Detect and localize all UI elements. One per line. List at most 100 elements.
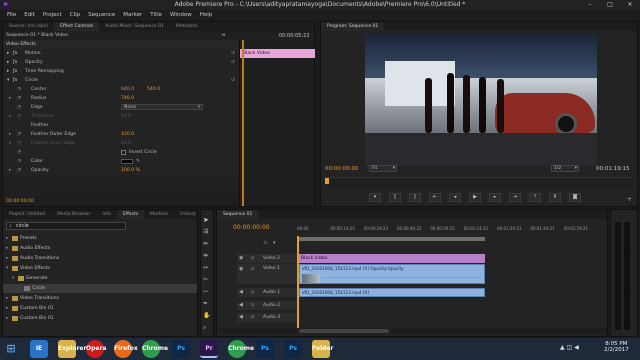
keyframe-area[interactable]: Black Video: [239, 40, 315, 206]
taskbar-app-opera[interactable]: Opera: [86, 340, 106, 358]
tab-source[interactable]: Source: (no clips): [3, 22, 54, 31]
effects-tree-item[interactable]: ▸ Video Transitions: [3, 294, 197, 303]
effects-tree-item[interactable]: ▸ Custom Bin 01: [3, 314, 197, 323]
menu-title[interactable]: Title: [146, 10, 166, 20]
lock-icon[interactable]: ▫: [251, 314, 254, 320]
timeline-timecode[interactable]: 00:00:00:00: [233, 224, 270, 231]
tab-effect-controls[interactable]: Effect Controls: [54, 22, 100, 31]
speaker-icon[interactable]: ◀: [239, 302, 243, 308]
menu-clip[interactable]: Clip: [66, 10, 84, 20]
effects-tree-item[interactable]: ▾ Video Effects: [3, 264, 197, 273]
reset-icon[interactable]: ↺: [231, 58, 235, 67]
program-playhead[interactable]: [325, 178, 329, 184]
radius-value[interactable]: 740.0: [121, 94, 134, 103]
menu-marker[interactable]: Marker: [119, 10, 146, 20]
color-swatch[interactable]: [121, 159, 133, 164]
speaker-icon[interactable]: ◀: [239, 314, 243, 320]
maximize-icon[interactable]: □: [600, 0, 620, 10]
track-header-video1[interactable]: ◉ ▫ Video 1: [237, 264, 297, 284]
menu-sequence[interactable]: Sequence: [84, 10, 119, 20]
taskbar-app-chrome-2[interactable]: Chrome: [228, 340, 254, 358]
effects-tree-item[interactable]: ▸ Presets: [3, 234, 197, 243]
tab-history[interactable]: History: [174, 210, 202, 219]
lock-icon[interactable]: ▫: [251, 266, 254, 272]
tab-effects[interactable]: Effects: [116, 210, 145, 219]
rolling-edit-tool-icon[interactable]: ⇼: [203, 252, 208, 259]
mark-out-icon[interactable]: }: [409, 193, 421, 202]
center-y-value[interactable]: 540.0: [147, 85, 160, 94]
taskbar-app-firefox[interactable]: Firefox: [114, 340, 138, 358]
track-header-video2[interactable]: ◉ ▫ Video 2: [237, 254, 297, 263]
opacity-value[interactable]: 100.0 %: [121, 166, 140, 175]
marker-icon[interactable]: ▾: [273, 240, 276, 246]
expand-icon[interactable]: ▸: [6, 314, 8, 323]
fx-row-time-remapping[interactable]: ▸ ƒx Time Remapping: [3, 67, 239, 76]
stopwatch-icon[interactable]: ◔: [17, 166, 21, 175]
close-icon[interactable]: ✕: [620, 0, 640, 10]
slip-tool-icon[interactable]: ⇿: [203, 288, 208, 295]
effects-tree-item[interactable]: ▸ Custom Bin 01: [3, 304, 197, 313]
taskbar-app-explorer[interactable]: Explorer: [58, 340, 86, 358]
collapse-icon[interactable]: ▾: [7, 76, 9, 85]
fx-row-circle[interactable]: ▾ ƒx Circle ↺: [3, 76, 239, 85]
work-area-bar[interactable]: [297, 237, 485, 241]
expand-icon[interactable]: ▸: [7, 67, 9, 76]
export-frame-icon[interactable]: ◙: [569, 193, 581, 202]
tray-icons[interactable]: ▲ ◫ ◀: [560, 344, 579, 351]
timeline-scrollbar[interactable]: [219, 328, 607, 334]
fx-badge-icon[interactable]: ƒx: [13, 58, 17, 67]
effects-tree-item[interactable]: ▸ Audio Transitions: [3, 254, 197, 263]
ec-playhead[interactable]: [242, 40, 244, 206]
fx-row-opacity[interactable]: ▸ ƒx Opacity ↺: [3, 58, 239, 67]
stopwatch-icon[interactable]: ◔: [17, 94, 21, 103]
go-to-out-icon[interactable]: ⇥: [509, 193, 521, 202]
stopwatch-icon[interactable]: ◔: [17, 130, 21, 139]
collapse-icon[interactable]: ▾: [12, 274, 14, 283]
stopwatch-icon[interactable]: ◔: [17, 103, 21, 112]
menu-file[interactable]: File: [3, 10, 20, 20]
tab-info[interactable]: Info: [96, 210, 117, 219]
expand-icon[interactable]: ▸: [6, 254, 8, 263]
scroll-thumb[interactable]: [299, 329, 389, 333]
track-header-audio3[interactable]: ◀ ▫ Audio 3: [237, 313, 297, 322]
program-timecode-left[interactable]: 00:00:00:00: [325, 166, 359, 172]
track-header-audio1[interactable]: ◀ ▫ Audio 1: [237, 288, 297, 297]
opacity-rubber-band[interactable]: [322, 277, 482, 278]
effects-search-input[interactable]: ⌕ circle: [6, 222, 126, 230]
menu-help[interactable]: Help: [196, 10, 217, 20]
prev-clip-icon[interactable]: ◄: [221, 32, 225, 38]
expand-icon[interactable]: ▸: [6, 234, 8, 243]
step-back-icon[interactable]: ◂: [449, 193, 461, 202]
tab-metadata[interactable]: Metadata: [170, 22, 203, 31]
add-marker-icon[interactable]: ▾: [369, 193, 381, 202]
tab-program[interactable]: Program: Sequence 01: [321, 22, 385, 31]
pen-tool-icon[interactable]: ✒: [203, 300, 208, 307]
edge-dropdown[interactable]: None ▾: [121, 104, 203, 110]
tab-media-browser[interactable]: Media Browser: [51, 210, 96, 219]
eye-icon[interactable]: ◉: [239, 255, 243, 261]
hand-tool-icon[interactable]: ✋: [203, 312, 210, 319]
go-to-in-icon[interactable]: ⇤: [429, 193, 441, 202]
play-icon[interactable]: ▶: [469, 193, 481, 202]
taskbar-app-photoshop-3[interactable]: Ps: [284, 340, 302, 358]
lock-icon[interactable]: ▫: [251, 255, 254, 261]
razor-tool-icon[interactable]: ✂: [203, 276, 208, 283]
program-scrub-bar[interactable]: [325, 177, 633, 187]
clip-black-video[interactable]: Black Video: [299, 254, 485, 263]
timeline-ruler[interactable]: 00:00 00:00:14:23 00:00:29:23 00:00:44:22 00…: [297, 226, 597, 236]
expand-icon[interactable]: ▸: [7, 49, 9, 58]
minimize-icon[interactable]: –: [580, 0, 600, 10]
rate-stretch-tool-icon[interactable]: ↔: [203, 264, 208, 271]
zoom-tool-icon[interactable]: ⌕: [203, 324, 206, 332]
taskbar-app-chrome[interactable]: Chrome: [142, 340, 168, 358]
menu-project[interactable]: Project: [39, 10, 66, 20]
expand-icon[interactable]: ▸: [6, 294, 8, 303]
expand-icon[interactable]: ▸: [6, 244, 8, 253]
expand-icon[interactable]: ▸: [9, 130, 11, 139]
taskbar-app-folder[interactable]: Folder: [312, 340, 333, 358]
taskbar-app-ie[interactable]: IE: [30, 340, 48, 358]
resolution-dropdown[interactable]: 1/2 ▾: [551, 165, 579, 172]
expand-icon[interactable]: ▸: [7, 58, 9, 67]
menu-edit[interactable]: Edit: [20, 10, 39, 20]
expand-icon[interactable]: ▸: [9, 166, 11, 175]
